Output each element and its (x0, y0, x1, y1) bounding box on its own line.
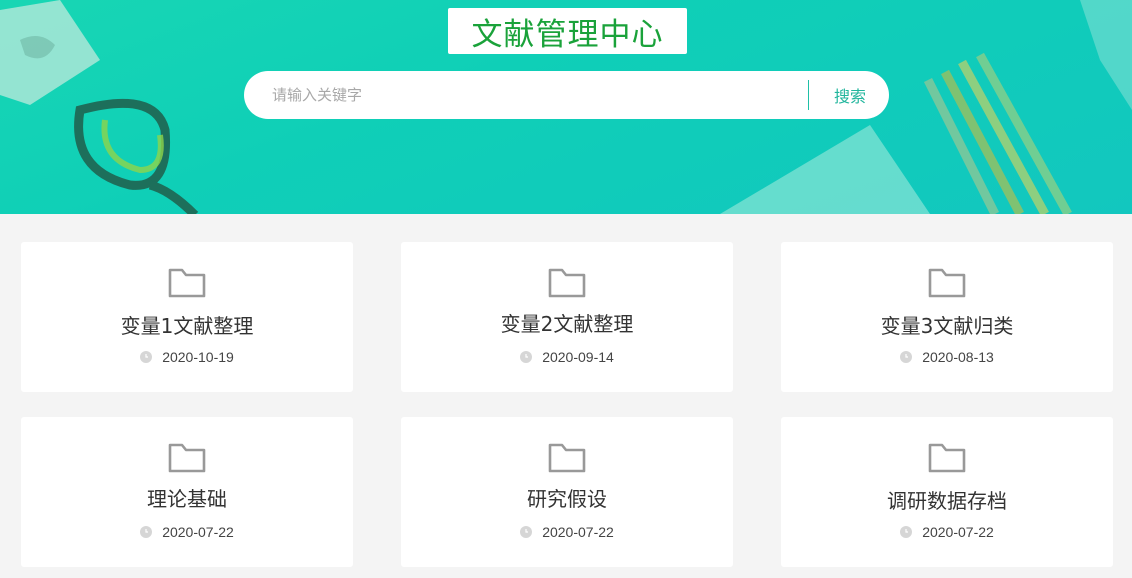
folder-date-row: 2020-07-22 (781, 524, 1113, 540)
folder-title: 调研数据存档 (887, 489, 1007, 513)
clock-icon (900, 351, 913, 363)
clock-icon (520, 351, 533, 363)
folder-icon (548, 443, 586, 473)
search-divider (808, 80, 809, 110)
folder-card[interactable]: 调研数据存档 2020-07-22 (781, 417, 1113, 567)
folder-date-row: 2020-07-22 (401, 524, 733, 540)
clock-icon (140, 526, 153, 538)
folder-title: 理论基础 (147, 487, 227, 511)
page: 文献管理中心 搜索 变量1文献整理 2020-10-19 变量2文献整理 (0, 0, 1132, 578)
page-title: 文献管理中心 (471, 16, 664, 53)
folder-icon (168, 443, 206, 473)
page-title-box: 文献管理中心 (448, 8, 687, 54)
folder-icon (928, 443, 966, 473)
folder-card[interactable]: 变量1文献整理 2020-10-19 (21, 242, 353, 392)
folder-date: 2020-08-13 (922, 349, 994, 365)
search-button[interactable]: 搜索 (810, 71, 890, 119)
folder-card[interactable]: 变量3文献归类 2020-08-13 (781, 242, 1113, 392)
folder-card[interactable]: 变量2文献整理 2020-09-14 (401, 242, 733, 392)
clock-icon (900, 526, 913, 538)
folder-icon (548, 268, 586, 298)
folder-date: 2020-09-14 (542, 349, 614, 365)
clock-icon (140, 351, 153, 363)
header-banner: 文献管理中心 搜索 (0, 0, 1132, 214)
folder-title: 变量1文献整理 (120, 314, 254, 338)
folder-card[interactable]: 研究假设 2020-07-22 (401, 417, 733, 567)
folder-date-row: 2020-09-14 (401, 349, 733, 365)
folder-icon (168, 268, 206, 298)
folder-date-row: 2020-07-22 (21, 524, 353, 540)
folder-title: 变量2文献整理 (500, 312, 634, 336)
folder-date-row: 2020-10-19 (21, 349, 353, 365)
search-bar: 搜索 (244, 71, 889, 119)
folder-date: 2020-07-22 (162, 524, 234, 540)
folder-title: 研究假设 (527, 487, 607, 511)
folder-date: 2020-07-22 (922, 524, 994, 540)
search-input[interactable] (272, 82, 792, 108)
folder-title: 变量3文献归类 (880, 314, 1014, 338)
folder-card[interactable]: 理论基础 2020-07-22 (21, 417, 353, 567)
folder-date-row: 2020-08-13 (781, 349, 1113, 365)
clock-icon (520, 526, 533, 538)
folder-icon (928, 268, 966, 298)
folder-date: 2020-10-19 (162, 349, 234, 365)
folder-date: 2020-07-22 (542, 524, 614, 540)
